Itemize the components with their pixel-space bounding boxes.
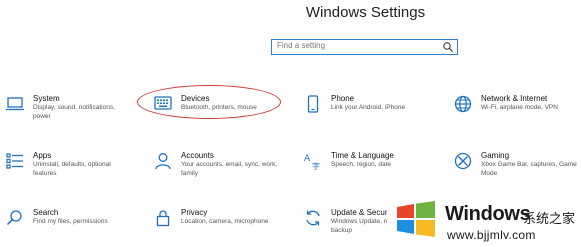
page-title: Windows Settings xyxy=(305,4,426,21)
tile-name: Time & Language xyxy=(331,151,394,160)
time-language-icon: A字 xyxy=(303,151,323,171)
tile-name: System xyxy=(33,94,60,103)
tile-name: Accounts xyxy=(181,151,214,160)
tile-privacy[interactable]: Privacy Location, camera, microphone xyxy=(153,208,283,246)
tile-description: Wi-Fi, airplane mode, VPN xyxy=(481,104,558,111)
tile-description: Xbox Game Bar, captures, Game Mode xyxy=(481,161,577,177)
tile-description: Link your Android, iPhone xyxy=(331,104,406,111)
tile-description: Speech, region, date xyxy=(331,161,391,168)
tile-description: Your accounts, email, sync, work, family xyxy=(181,161,278,177)
watermark: Windows 系统之家 www.bjjmlv.com xyxy=(387,197,581,247)
tile-description: Display, sound, notifications, power xyxy=(33,104,115,120)
sync-icon xyxy=(303,208,323,228)
lock-icon xyxy=(153,208,173,228)
tile-name: Network & Internet xyxy=(481,94,548,103)
tile-time-language[interactable]: A字 Time & Language Speech, region, date xyxy=(303,151,433,189)
tile-description: Uninstall, defaults, optional features xyxy=(33,161,111,177)
tile-name: Privacy xyxy=(181,208,208,217)
svg-text:字: 字 xyxy=(312,161,320,171)
tile-system[interactable]: System Display, sound, notifications, po… xyxy=(5,94,135,132)
tile-network[interactable]: Network & Internet Wi-Fi, airplane mode,… xyxy=(453,94,581,132)
xbox-icon xyxy=(453,151,473,171)
tile-description: Bluetooth, printers, mouse xyxy=(181,104,257,111)
globe-icon xyxy=(453,94,473,114)
windows-logo-icon xyxy=(397,201,435,237)
tile-apps[interactable]: Apps Uninstall, defaults, optional featu… xyxy=(5,151,135,189)
tile-description: Find my files, permissions xyxy=(33,218,108,225)
tile-devices[interactable]: Devices Bluetooth, printers, mouse xyxy=(153,94,283,132)
tile-phone[interactable]: Phone Link your Android, iPhone xyxy=(303,94,433,132)
search-placeholder: Find a setting xyxy=(277,41,326,50)
watermark-brand: Windows xyxy=(445,203,531,225)
tile-description: Location, camera, microphone xyxy=(181,218,269,225)
keyboard-icon xyxy=(153,94,173,114)
tile-search[interactable]: Search Find my files, permissions xyxy=(5,208,135,246)
search-input[interactable]: Find a setting xyxy=(271,39,458,55)
tile-gaming[interactable]: Gaming Xbox Game Bar, captures, Game Mod… xyxy=(453,151,581,189)
tile-name: Phone xyxy=(331,94,355,103)
tile-name: Search xyxy=(33,208,59,217)
svg-text:A: A xyxy=(304,154,311,164)
tile-name: Apps xyxy=(33,151,52,160)
magnifier-icon xyxy=(5,208,25,228)
apps-list-icon xyxy=(5,151,25,171)
tile-name: Devices xyxy=(181,94,210,103)
settings-window: Windows Settings Find a setting System D… xyxy=(0,0,581,247)
watermark-url: www.bjjmlv.com xyxy=(447,228,536,242)
tile-accounts[interactable]: Accounts Your accounts, email, sync, wor… xyxy=(153,151,283,189)
tile-name: Gaming xyxy=(481,151,510,160)
phone-icon xyxy=(303,94,323,114)
watermark-cn: 系统之家 xyxy=(523,211,576,226)
person-icon xyxy=(153,151,173,171)
tile-name: Update & Security xyxy=(331,208,396,217)
laptop-icon xyxy=(5,94,25,114)
search-icon[interactable] xyxy=(442,41,454,53)
